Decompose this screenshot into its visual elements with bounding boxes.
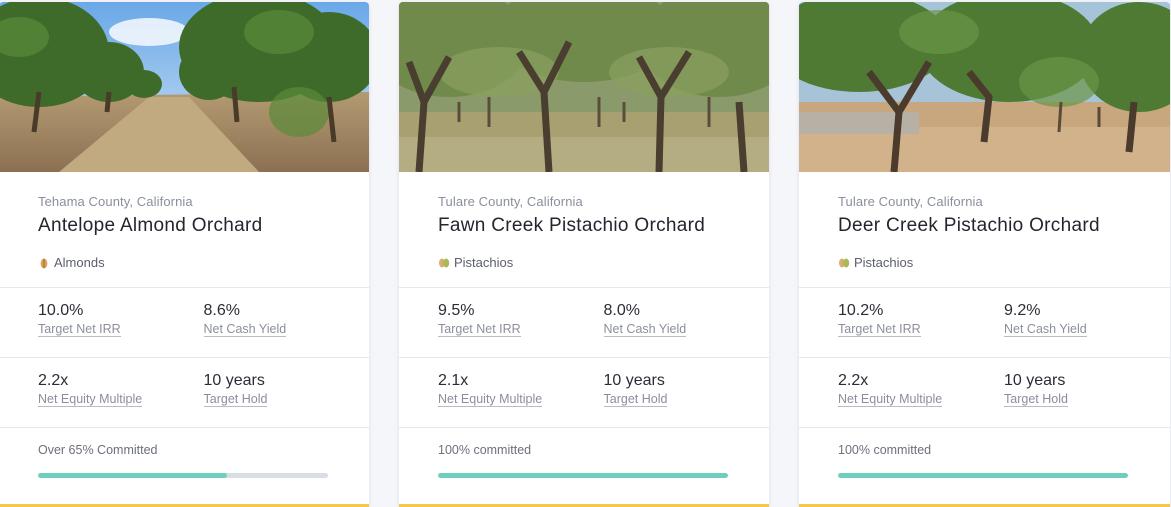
commitment-section: 100% committed <box>399 428 769 478</box>
almond-icon <box>38 257 50 269</box>
commitment-text: 100% committed <box>838 443 932 457</box>
orchard-photo <box>399 2 769 172</box>
metric-value: 8.0% <box>603 302 640 319</box>
metrics-row-2: 2.2x Net Equity Multiple 10 years Target… <box>799 358 1170 428</box>
metric-net-equity-multiple: 2.1x Net Equity Multiple <box>438 372 604 427</box>
metric-value: 10.0% <box>38 302 84 319</box>
orchard-title[interactable]: Antelope Almond Orchard <box>38 215 330 237</box>
metric-label[interactable]: Target Net IRR <box>438 322 521 337</box>
offering-card[interactable]: Tulare County, California Deer Creek Pis… <box>799 2 1170 507</box>
metrics-row-1: 9.5% Target Net IRR 8.0% Net Cash Yield <box>399 288 769 358</box>
location-text: Tulare County, California <box>438 194 583 209</box>
crop-label: Almonds <box>54 255 105 270</box>
location-text: Tehama County, California <box>38 194 193 209</box>
metric-label[interactable]: Target Hold <box>603 392 668 407</box>
metrics-row-1: 10.2% Target Net IRR 9.2% Net Cash Yield <box>799 288 1170 358</box>
metric-target-hold: 10 years Target Hold <box>203 372 370 427</box>
offering-card[interactable]: Tehama County, California Antelope Almon… <box>0 2 369 507</box>
pistachio-icon <box>438 257 450 269</box>
commitment-text: Over 65% Committed <box>38 443 158 457</box>
metric-net-equity-multiple: 2.2x Net Equity Multiple <box>38 372 204 427</box>
metric-value: 9.5% <box>438 302 475 319</box>
commitment-section: Over 65% Committed <box>0 428 369 478</box>
crop-label: Pistachios <box>854 255 914 270</box>
offering-card[interactable]: Tulare County, California Fawn Creek Pis… <box>399 2 769 507</box>
metric-net-equity-multiple: 2.2x Net Equity Multiple <box>838 372 1004 427</box>
orchard-title[interactable]: Deer Creek Pistachio Orchard <box>838 215 1131 237</box>
crop-tag: Pistachios <box>838 255 1131 270</box>
commitment-progress-fill <box>438 473 728 478</box>
metric-value: 10.2% <box>838 302 884 319</box>
metric-value: 2.1x <box>438 372 469 389</box>
card-info: Tulare County, California Fawn Creek Pis… <box>399 172 769 288</box>
crop-tag: Almonds <box>38 255 330 270</box>
commitment-progress-bar <box>438 473 728 478</box>
metric-label[interactable]: Net Equity Multiple <box>438 392 543 407</box>
metrics-row-2: 2.2x Net Equity Multiple 10 years Target… <box>0 358 369 428</box>
metric-label[interactable]: Target Net IRR <box>38 322 121 337</box>
metric-label[interactable]: Net Cash Yield <box>203 322 287 337</box>
metric-net-cash-yield: 8.0% Net Cash Yield <box>603 302 770 357</box>
commitment-progress-fill <box>838 473 1128 478</box>
metric-label[interactable]: Net Cash Yield <box>603 322 687 337</box>
metric-net-cash-yield: 9.2% Net Cash Yield <box>1004 302 1170 357</box>
metric-label[interactable]: Net Equity Multiple <box>838 392 943 407</box>
metric-label[interactable]: Target Net IRR <box>838 322 921 337</box>
metric-label[interactable]: Target Hold <box>203 392 268 407</box>
commitment-text: 100% committed <box>438 443 532 457</box>
metrics-row-1: 10.0% Target Net IRR 8.6% Net Cash Yield <box>0 288 369 358</box>
orchard-title[interactable]: Fawn Creek Pistachio Orchard <box>438 215 730 237</box>
metric-target-net-irr: 9.5% Target Net IRR <box>438 302 604 357</box>
metrics-row-2: 2.1x Net Equity Multiple 10 years Target… <box>399 358 769 428</box>
metric-net-cash-yield: 8.6% Net Cash Yield <box>203 302 370 357</box>
commitment-section: 100% committed <box>799 428 1170 478</box>
crop-tag: Pistachios <box>438 255 730 270</box>
metric-value: 2.2x <box>38 372 69 389</box>
offerings-grid: Tehama County, California Antelope Almon… <box>0 0 1171 507</box>
metric-label[interactable]: Target Hold <box>1004 392 1068 407</box>
metric-value: 2.2x <box>838 372 869 389</box>
commitment-progress-bar <box>838 473 1128 478</box>
card-info: Tulare County, California Deer Creek Pis… <box>799 172 1170 288</box>
metric-target-net-irr: 10.0% Target Net IRR <box>38 302 204 357</box>
metric-value: 10 years <box>1004 372 1066 389</box>
orchard-photo <box>799 2 1170 172</box>
commitment-progress-fill <box>38 473 227 478</box>
commitment-progress-bar <box>38 473 328 478</box>
metric-value: 8.6% <box>203 302 240 319</box>
metric-value: 10 years <box>603 372 665 389</box>
card-info: Tehama County, California Antelope Almon… <box>0 172 369 288</box>
metric-label[interactable]: Net Cash Yield <box>1004 322 1087 337</box>
metric-value: 9.2% <box>1004 302 1041 319</box>
crop-label: Pistachios <box>454 255 514 270</box>
location-text: Tulare County, California <box>838 194 983 209</box>
metric-target-hold: 10 years Target Hold <box>1004 372 1170 427</box>
metric-target-net-irr: 10.2% Target Net IRR <box>838 302 1004 357</box>
metric-value: 10 years <box>203 372 265 389</box>
pistachio-icon <box>838 257 850 269</box>
orchard-photo <box>0 2 369 172</box>
metric-target-hold: 10 years Target Hold <box>603 372 770 427</box>
metric-label[interactable]: Net Equity Multiple <box>38 392 143 407</box>
